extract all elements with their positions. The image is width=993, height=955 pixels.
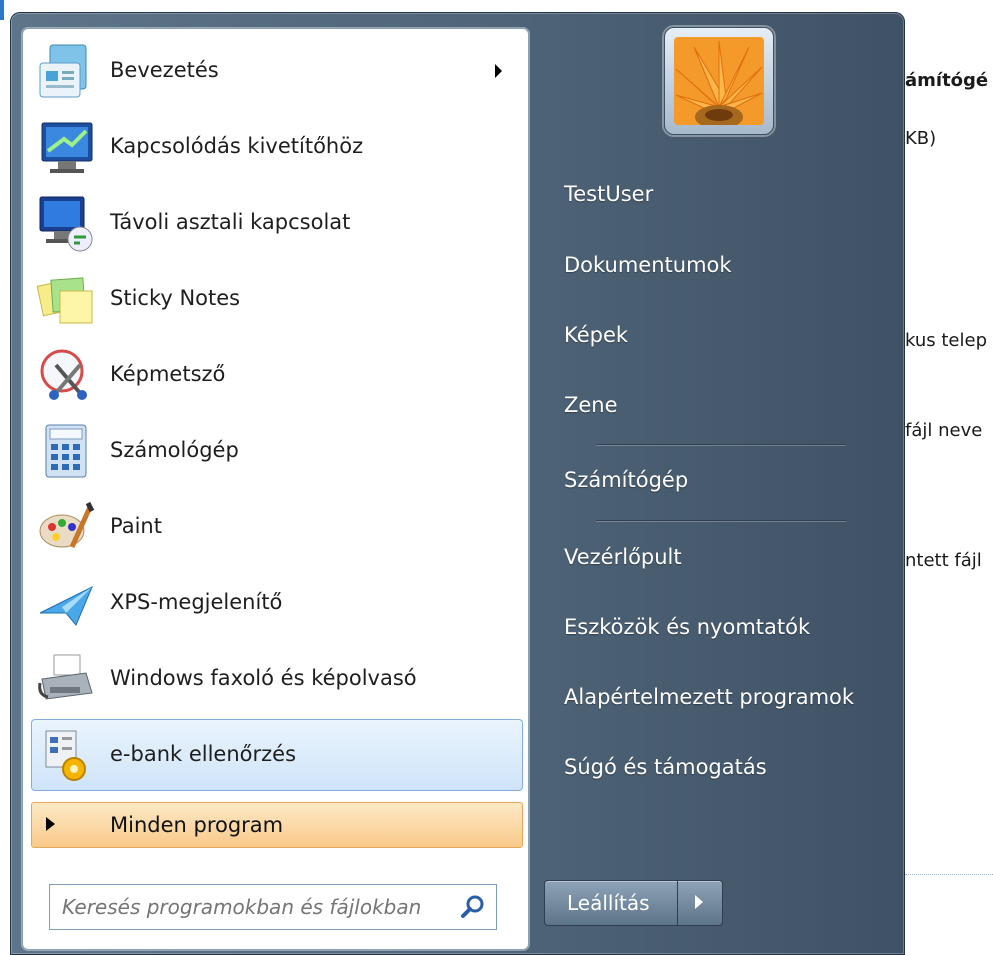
search-input[interactable] [50, 885, 444, 929]
chevron-right-icon [695, 895, 703, 909]
program-item-calculator[interactable]: Számológép [31, 415, 523, 487]
all-programs-button[interactable]: Minden program [31, 802, 523, 848]
program-item-ebank-check[interactable]: e-bank ellenőrzés [31, 719, 523, 791]
menu-item-default-programs[interactable]: Alapértelmezett programok [548, 673, 868, 721]
search-icon[interactable] [460, 894, 486, 920]
programs-pane: Bevezetés Kapcsolódás kivetítőhöz Távoli… [22, 28, 529, 950]
search-box[interactable] [49, 884, 497, 930]
paint-palette-icon [39, 501, 95, 549]
menu-item-label: Képek [564, 323, 629, 347]
program-item-sticky-notes[interactable]: Sticky Notes [31, 263, 523, 335]
program-item-paint[interactable]: Paint [31, 491, 523, 563]
program-label: e-bank ellenőrzés [110, 742, 297, 766]
menu-item-pictures[interactable]: Képek [548, 311, 868, 359]
program-label: Paint [110, 514, 162, 538]
menu-item-music[interactable]: Zene [548, 381, 868, 429]
program-label: Bevezetés [110, 58, 219, 82]
menu-item-label: Eszközök és nyomtatók [564, 615, 811, 639]
calculator-icon [45, 424, 87, 478]
submenu-arrow-icon[interactable] [495, 64, 502, 78]
program-item-remote-desktop[interactable]: Távoli asztali kapcsolat [31, 187, 523, 259]
menu-item-label: Vezérlőpult [564, 545, 682, 569]
shutdown-label: Leállítás [567, 891, 650, 915]
menu-item-label: Alapértelmezett programok [564, 685, 855, 709]
background-text: fájl neve [905, 420, 983, 441]
menu-item-label: Számítógép [564, 468, 689, 492]
task-scheduler-icon [45, 730, 86, 781]
program-label: Kapcsolódás kivetítőhöz [110, 134, 364, 158]
menu-item-computer[interactable]: Számítógép [548, 456, 868, 504]
flower-avatar-icon [674, 37, 764, 125]
background-accent [0, 0, 4, 20]
program-label: Windows faxoló és képolvasó [110, 666, 417, 690]
menu-item-control-panel[interactable]: Vezérlőpult [548, 533, 868, 581]
projector-icon [41, 122, 93, 173]
expand-arrow-icon [46, 817, 55, 831]
shutdown-button[interactable]: Leállítás [544, 880, 678, 926]
program-item-snipping-tool[interactable]: Képmetsző [31, 339, 523, 411]
background-text: kus telep [905, 330, 988, 351]
menu-separator [596, 444, 846, 445]
background-text: KB) [905, 128, 937, 149]
background-divider [905, 874, 993, 875]
program-label: Számológép [110, 438, 239, 462]
program-item-getting-started[interactable]: Bevezetés [31, 35, 523, 107]
xps-viewer-icon [39, 585, 93, 626]
menu-item-user-folder[interactable]: TestUser [548, 170, 868, 218]
fax-scanner-icon [38, 654, 93, 700]
program-label: Távoli asztali kapcsolat [110, 210, 351, 234]
user-avatar[interactable] [664, 27, 774, 135]
menu-item-label: Dokumentumok [564, 253, 732, 277]
all-programs-label: Minden program [110, 813, 284, 837]
menu-item-documents[interactable]: Dokumentumok [548, 241, 868, 289]
menu-item-label: Zene [564, 393, 618, 417]
menu-item-label: Súgó és támogatás [564, 755, 767, 779]
menu-separator [596, 520, 846, 521]
program-item-projector[interactable]: Kapcsolódás kivetítőhöz [31, 111, 523, 183]
remote-desktop-icon [39, 196, 93, 252]
program-label: Képmetsző [110, 362, 226, 386]
shutdown-options-button[interactable] [677, 880, 723, 926]
program-label: XPS-megjelenítő [110, 590, 283, 614]
menu-item-devices-printers[interactable]: Eszközök és nyomtatók [548, 603, 868, 651]
background-text: ámítógé [905, 70, 989, 91]
getting-started-icon [39, 44, 87, 98]
program-label: Sticky Notes [110, 286, 241, 310]
snipping-tool-icon [40, 349, 87, 400]
menu-item-help-support[interactable]: Súgó és támogatás [548, 743, 868, 791]
sticky-notes-icon [36, 277, 93, 324]
background-text: ntett fájl [905, 550, 982, 571]
program-item-fax-scan[interactable]: Windows faxoló és képolvasó [31, 643, 523, 715]
menu-item-label: TestUser [564, 182, 654, 206]
program-item-xps-viewer[interactable]: XPS-megjelenítő [31, 567, 523, 639]
